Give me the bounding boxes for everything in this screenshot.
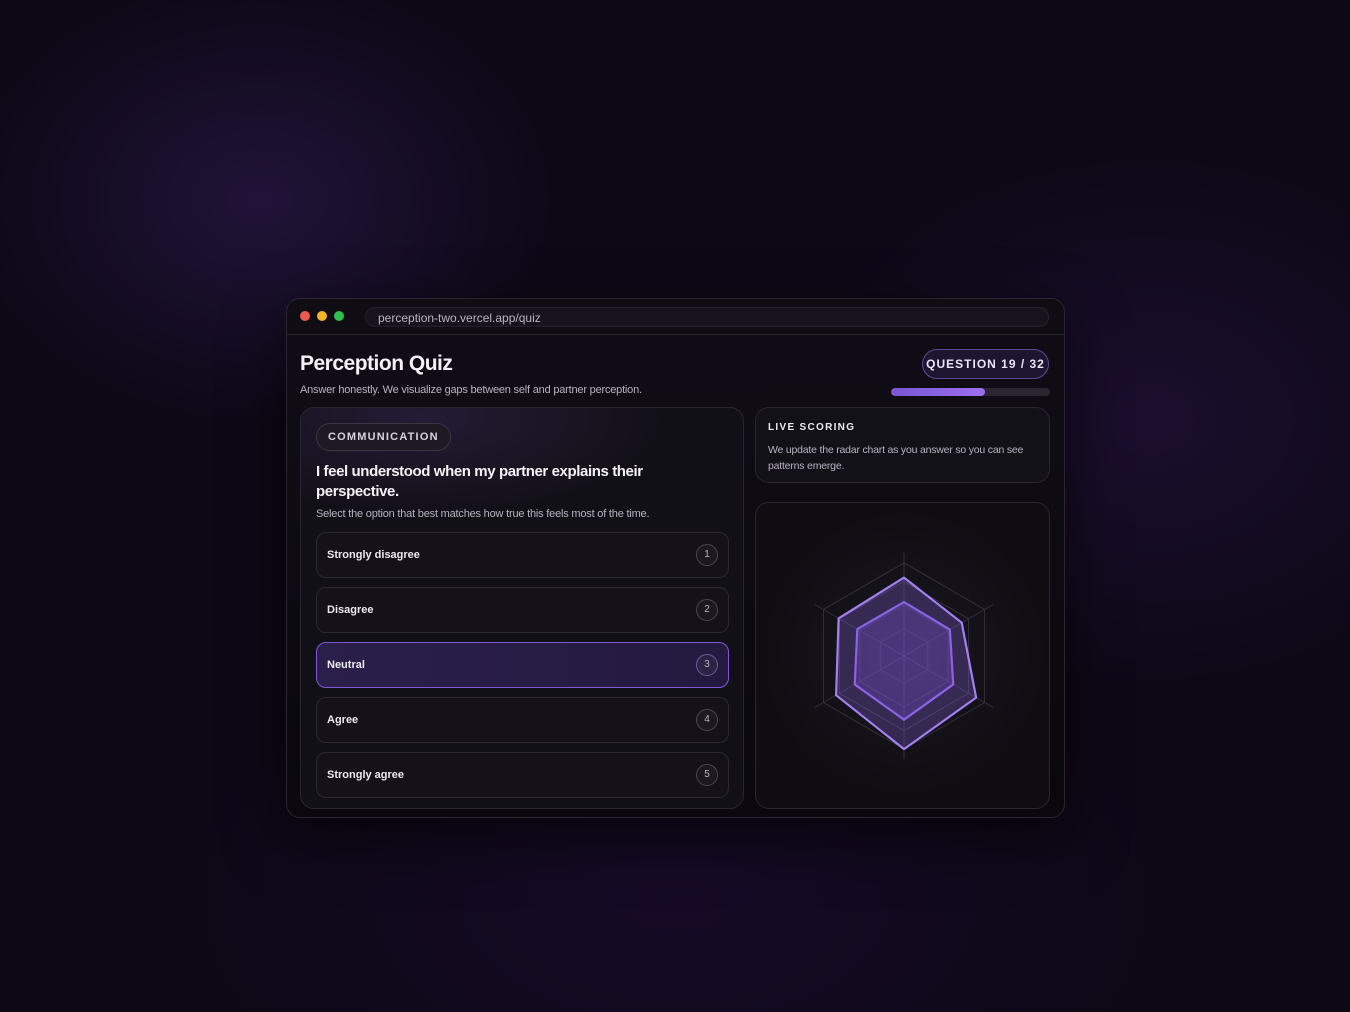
radar-chart-card — [755, 502, 1050, 809]
radar-chart — [814, 553, 994, 759]
question-instruction: Select the option that best matches how … — [316, 508, 650, 520]
question-card: COMMUNICATION I feel understood when my … — [300, 407, 744, 809]
option-strongly-disagree[interactable]: Strongly disagree 1 — [316, 532, 729, 578]
live-scoring-card: LIVE SCORING We update the radar chart a… — [755, 407, 1050, 483]
option-label: Neutral — [327, 659, 365, 671]
question-counter-badge: QUESTION 19 / 32 — [922, 349, 1049, 379]
option-neutral[interactable]: Neutral 3 — [316, 642, 729, 688]
browser-window: perception-two.vercel.app/quiz Perceptio… — [286, 298, 1065, 818]
page-subtitle: Answer honestly. We visualize gaps betwe… — [300, 384, 642, 396]
progress-bar-fill — [891, 388, 985, 396]
option-label: Strongly disagree — [327, 549, 420, 561]
option-label: Agree — [327, 714, 359, 726]
option-label: Disagree — [327, 604, 374, 616]
close-window-icon[interactable] — [300, 311, 310, 321]
page-title: Perception Quiz — [300, 352, 453, 375]
live-scoring-title: LIVE SCORING — [768, 422, 856, 433]
option-number-badge: 3 — [696, 654, 718, 676]
live-scoring-text: We update the radar chart as you answer … — [768, 444, 1024, 472]
option-label: Strongly agree — [327, 769, 405, 781]
option-number-badge: 2 — [696, 599, 718, 621]
option-agree[interactable]: Agree 4 — [316, 697, 729, 743]
browser-titlebar: perception-two.vercel.app/quiz — [287, 299, 1064, 335]
option-number-badge: 4 — [696, 709, 718, 731]
option-number-badge: 5 — [696, 764, 718, 786]
progress-bar — [891, 388, 1050, 396]
address-bar[interactable]: perception-two.vercel.app/quiz — [365, 307, 1049, 327]
option-number-badge: 1 — [696, 544, 718, 566]
question-text: I feel understood when my partner explai… — [316, 463, 643, 500]
category-badge: COMMUNICATION — [316, 423, 451, 451]
minimize-window-icon[interactable] — [317, 311, 327, 321]
option-disagree[interactable]: Disagree 2 — [316, 587, 729, 633]
option-strongly-agree[interactable]: Strongly agree 5 — [316, 752, 729, 798]
maximize-window-icon[interactable] — [334, 311, 344, 321]
